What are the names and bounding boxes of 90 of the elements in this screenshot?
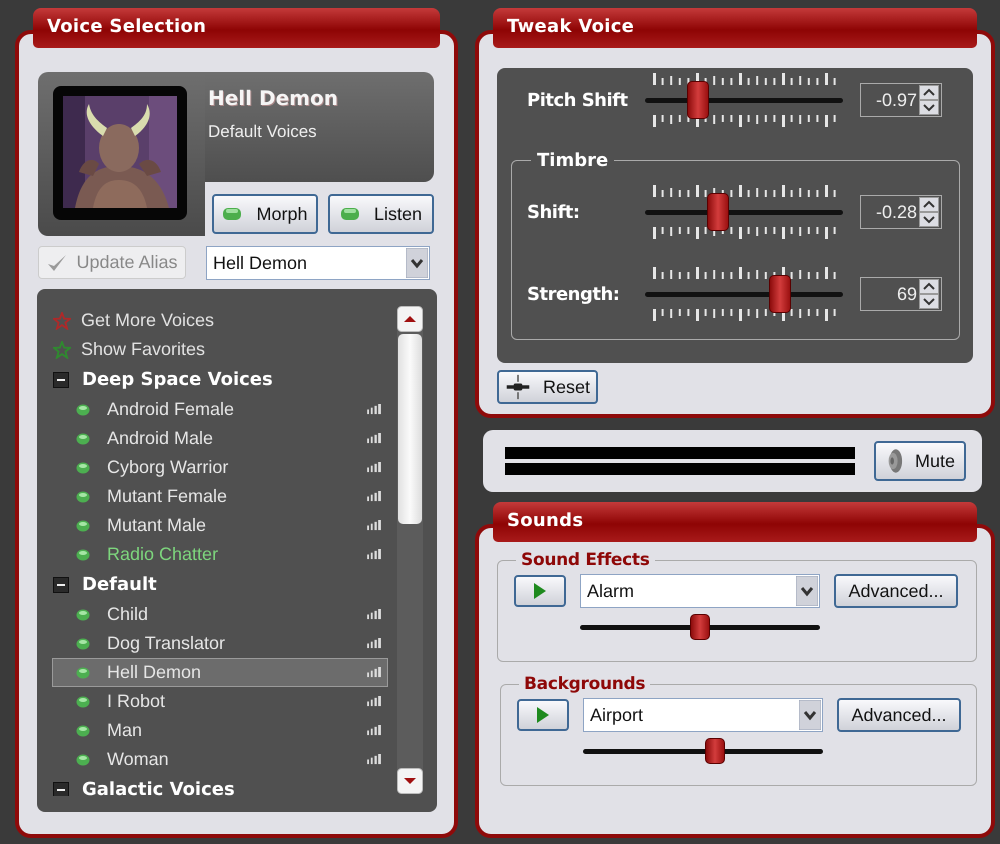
slider-thumb[interactable]: [707, 193, 730, 231]
collapse-icon[interactable]: [53, 782, 69, 796]
led-icon: [340, 207, 360, 221]
mute-button[interactable]: Mute: [874, 441, 966, 481]
morph-button[interactable]: Morph: [212, 194, 318, 234]
group-heading[interactable]: Deep Space Voices: [82, 369, 273, 390]
dropdown-arrow-icon: [796, 576, 818, 606]
collapse-icon[interactable]: [53, 576, 69, 592]
number-spinner[interactable]: 69: [860, 277, 942, 311]
slider-thumb[interactable]: [705, 738, 725, 764]
scroll-thumb[interactable]: [398, 334, 422, 524]
led-icon: [76, 462, 90, 474]
signal-bars-icon: [367, 520, 382, 531]
voice-item[interactable]: Woman: [107, 749, 367, 770]
slider-thumb[interactable]: [690, 614, 710, 640]
signal-bars-icon: [367, 667, 382, 678]
number-spinner[interactable]: -0.28: [860, 195, 942, 229]
play-button[interactable]: [514, 575, 566, 607]
play-button[interactable]: [517, 699, 569, 731]
signal-bars-icon: [367, 433, 382, 444]
signal-bars-icon: [367, 462, 382, 473]
voice-item[interactable]: Radio Chatter: [107, 544, 367, 565]
signal-bars-icon: [367, 725, 382, 736]
signal-bars-icon: [367, 696, 382, 707]
led-icon: [76, 608, 90, 620]
group-title: Backgrounds: [523, 674, 646, 694]
led-icon: [76, 490, 90, 502]
led-icon: [76, 404, 90, 416]
led-icon: [76, 724, 90, 736]
voice-list-link[interactable]: Show Favorites: [81, 339, 206, 360]
led-icon: [76, 666, 90, 678]
signal-bars-icon: [367, 754, 382, 765]
voice-name: Hell Demon: [208, 86, 338, 110]
led-icon: [76, 696, 90, 708]
spin-arrows-icon[interactable]: [919, 279, 939, 309]
voice-item[interactable]: Dog Translator: [107, 633, 367, 654]
signal-bars-icon: [367, 404, 382, 415]
voice-item[interactable]: Mutant Male: [107, 515, 367, 536]
alias-dropdown[interactable]: Hell Demon: [206, 246, 430, 280]
voice-item[interactable]: Cyborg Warrior: [107, 457, 367, 478]
signal-bars-icon: [367, 491, 382, 502]
slider-thumb[interactable]: [687, 81, 710, 119]
collapse-icon[interactable]: [53, 372, 69, 388]
sound-dropdown[interactable]: Alarm: [580, 574, 820, 608]
voice-item[interactable]: Man: [107, 720, 367, 741]
selected-voice-row[interactable]: Hell Demon: [52, 658, 388, 687]
scrollbar[interactable]: [397, 306, 423, 794]
group-title: Sound Effects: [520, 550, 651, 570]
led-icon: [76, 638, 90, 650]
voice-item[interactable]: I Robot: [107, 691, 367, 712]
led-icon: [76, 754, 90, 766]
scroll-down-icon[interactable]: [397, 768, 423, 794]
sound-dropdown[interactable]: Airport: [583, 698, 823, 732]
signal-bars-icon: [367, 638, 382, 649]
led-icon: [76, 520, 90, 532]
led-icon: [76, 432, 90, 444]
voice-item[interactable]: Child: [107, 604, 367, 625]
panel-header: Sounds: [493, 502, 977, 542]
slider-label: Strength:: [527, 284, 620, 304]
dropdown-arrow-icon: [799, 700, 821, 730]
reset-button[interactable]: Reset: [497, 370, 598, 404]
advanced-button[interactable]: Advanced...: [837, 698, 961, 732]
group-heading[interactable]: Galactic Voices: [82, 779, 235, 796]
signal-bars-icon: [367, 609, 382, 620]
voice-item[interactable]: Android Female: [107, 399, 367, 420]
scroll-up-icon[interactable]: [397, 306, 423, 332]
play-icon: [536, 706, 550, 724]
voice-item[interactable]: Mutant Female: [107, 486, 367, 507]
group-heading[interactable]: Default: [82, 574, 157, 595]
listen-button[interactable]: Listen: [328, 194, 434, 234]
spin-arrows-icon[interactable]: [919, 197, 939, 227]
slider-label: Pitch Shift: [527, 90, 629, 110]
panel-header: Tweak Voice: [493, 8, 977, 48]
advanced-button[interactable]: Advanced...: [834, 574, 958, 608]
crosshair-icon: [504, 374, 531, 400]
play-icon: [533, 582, 547, 600]
voice-category: Default Voices: [208, 122, 317, 142]
slider-thumb[interactable]: [768, 275, 791, 313]
signal-bars-icon: [367, 549, 382, 560]
voice-list-link[interactable]: Get More Voices: [81, 310, 214, 331]
led-icon: [222, 207, 242, 221]
slider-label: Shift:: [527, 202, 581, 222]
dropdown-arrow-icon: [406, 248, 428, 278]
voice-item[interactable]: Android Male: [107, 428, 367, 449]
voice-item[interactable]: Hell Demon: [107, 662, 367, 683]
number-spinner[interactable]: -0.97: [860, 83, 942, 117]
led-icon: [76, 548, 90, 560]
spin-arrows-icon[interactable]: [919, 85, 939, 115]
group-title: Timbre: [536, 150, 610, 171]
panel-header: Voice Selection: [33, 8, 440, 48]
